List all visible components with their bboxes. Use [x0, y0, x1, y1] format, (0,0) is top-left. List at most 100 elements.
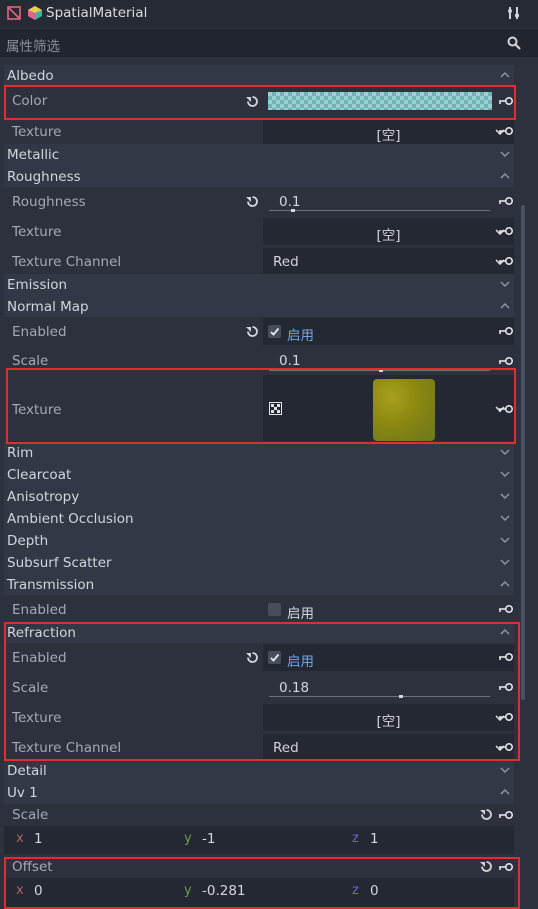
section-metallic[interactable]: Metallic	[4, 144, 514, 166]
field-value: 1	[370, 831, 379, 847]
section-label: Rim	[7, 445, 34, 461]
highlight-normal-texture	[6, 368, 516, 444]
material-icon	[7, 6, 21, 20]
property-label: Texture Channel	[12, 254, 122, 270]
chevron-up-icon	[500, 302, 510, 309]
section-normal-map[interactable]: Normal Map	[4, 296, 514, 318]
section-albedo[interactable]: Albedo	[4, 65, 514, 87]
key-icon[interactable]	[498, 196, 514, 206]
resource-title: SpatialMaterial	[46, 5, 148, 21]
chevron-up-icon	[500, 71, 510, 78]
chevron-down-icon	[500, 559, 510, 566]
section-subsurf-scatter[interactable]: Subsurf Scatter	[4, 552, 514, 574]
section-label: Uv 1	[7, 785, 38, 801]
search-icon[interactable]	[507, 36, 521, 50]
section-label: Metallic	[7, 147, 60, 163]
enabled-checkbox[interactable]: 启用	[263, 596, 514, 623]
checkbox-unchecked-icon[interactable]	[268, 603, 281, 616]
property-albedo-texture: Texture [空]	[4, 117, 514, 147]
texture-picker[interactable]: [空]	[263, 218, 514, 245]
section-label: Depth	[7, 533, 49, 549]
section-rim[interactable]: Rim	[4, 442, 514, 464]
property-uv1-scale-header: Scale	[4, 804, 514, 826]
property-transmission-enabled: Enabled 启用	[4, 595, 514, 625]
field-value: 1	[34, 831, 43, 847]
property-label: Roughness	[12, 194, 86, 210]
section-clearcoat[interactable]: Clearcoat	[4, 464, 514, 486]
section-label: Subsurf Scatter	[7, 555, 112, 571]
inspector-header: SpatialMaterial	[0, 0, 538, 28]
section-label: Albedo	[7, 68, 54, 84]
channel-dropdown[interactable]: Red	[263, 248, 514, 275]
key-icon[interactable]	[498, 326, 514, 336]
chevron-down-icon	[500, 537, 510, 544]
key-icon[interactable]	[498, 810, 514, 820]
enabled-checkbox[interactable]: 启用	[263, 318, 514, 345]
section-ambient-occlusion[interactable]: Ambient Occlusion	[4, 508, 514, 530]
uv1-scale-vector: x1 y -1 z1	[4, 826, 514, 854]
key-icon[interactable]	[498, 126, 514, 136]
key-icon[interactable]	[498, 604, 514, 614]
chevron-down-icon	[500, 281, 510, 288]
chevron-down-icon	[500, 449, 510, 456]
chevron-down-icon	[500, 151, 510, 158]
sphere-icon	[28, 6, 42, 20]
dropdown-value: Red	[273, 254, 299, 270]
highlight-refraction	[4, 622, 520, 761]
scale-x-field[interactable]: x1	[12, 830, 172, 850]
property-label: Texture	[12, 124, 62, 140]
property-roughness-texture-channel: Texture Channel Red	[4, 247, 514, 277]
tools-icon[interactable]	[507, 6, 521, 20]
section-label: Emission	[7, 277, 68, 293]
checkbox-label: 启用	[287, 606, 314, 622]
property-label: Enabled	[12, 324, 67, 340]
property-normal-scale: Scale 0.1	[4, 347, 514, 372]
slider-grabber[interactable]	[291, 209, 295, 212]
texture-picker[interactable]: [空]	[263, 118, 514, 145]
property-label: Scale	[12, 807, 49, 823]
key-icon[interactable]	[498, 256, 514, 266]
section-label: Transmission	[7, 577, 95, 593]
chevron-down-icon	[500, 493, 510, 500]
key-icon[interactable]	[498, 226, 514, 236]
section-label: Normal Map	[7, 299, 89, 315]
chevron-down-icon	[500, 471, 510, 478]
section-uv1[interactable]: Uv 1	[4, 782, 514, 804]
slider-value: 0.1	[279, 353, 301, 369]
axis-x-label: x	[16, 831, 24, 846]
texture-empty-label: [空]	[376, 228, 401, 244]
chevron-up-icon	[500, 580, 510, 587]
chevron-down-icon	[500, 767, 510, 774]
property-filter[interactable]: 属性筛选	[0, 29, 538, 57]
section-emission[interactable]: Emission	[4, 274, 514, 296]
texture-empty-label: [空]	[376, 128, 401, 144]
section-detail[interactable]: Detail	[4, 760, 514, 782]
property-roughness: Roughness 0.1	[4, 187, 514, 217]
checkbox-label: 启用	[287, 328, 314, 344]
section-transmission[interactable]: Transmission	[4, 574, 514, 596]
roughness-slider[interactable]: 0.1	[263, 188, 514, 215]
revert-icon[interactable]	[480, 808, 493, 821]
axis-z-label: z	[352, 831, 359, 846]
revert-icon[interactable]	[246, 325, 259, 338]
section-label: Anisotropy	[7, 489, 80, 505]
checkbox-checked-icon[interactable]	[268, 325, 281, 338]
slider-track	[269, 210, 490, 211]
field-value: -1	[202, 831, 216, 847]
section-label: Detail	[7, 763, 47, 779]
section-roughness[interactable]: Roughness	[4, 166, 514, 188]
scale-z-field[interactable]: z1	[348, 830, 508, 850]
chevron-up-icon	[500, 788, 510, 795]
chevron-up-icon	[500, 172, 510, 179]
section-anisotropy[interactable]: Anisotropy	[4, 486, 514, 508]
property-label: Texture	[12, 224, 62, 240]
revert-icon[interactable]	[246, 195, 259, 208]
inspector-scrollbar[interactable]	[521, 205, 525, 700]
scale-y-field[interactable]: y -1	[180, 830, 340, 850]
highlight-albedo-color	[4, 85, 516, 120]
section-label: Roughness	[7, 169, 81, 185]
section-depth[interactable]: Depth	[4, 530, 514, 552]
property-normal-enabled: Enabled 启用	[4, 317, 514, 347]
key-icon[interactable]	[498, 356, 514, 366]
property-roughness-texture: Texture [空]	[4, 217, 514, 247]
